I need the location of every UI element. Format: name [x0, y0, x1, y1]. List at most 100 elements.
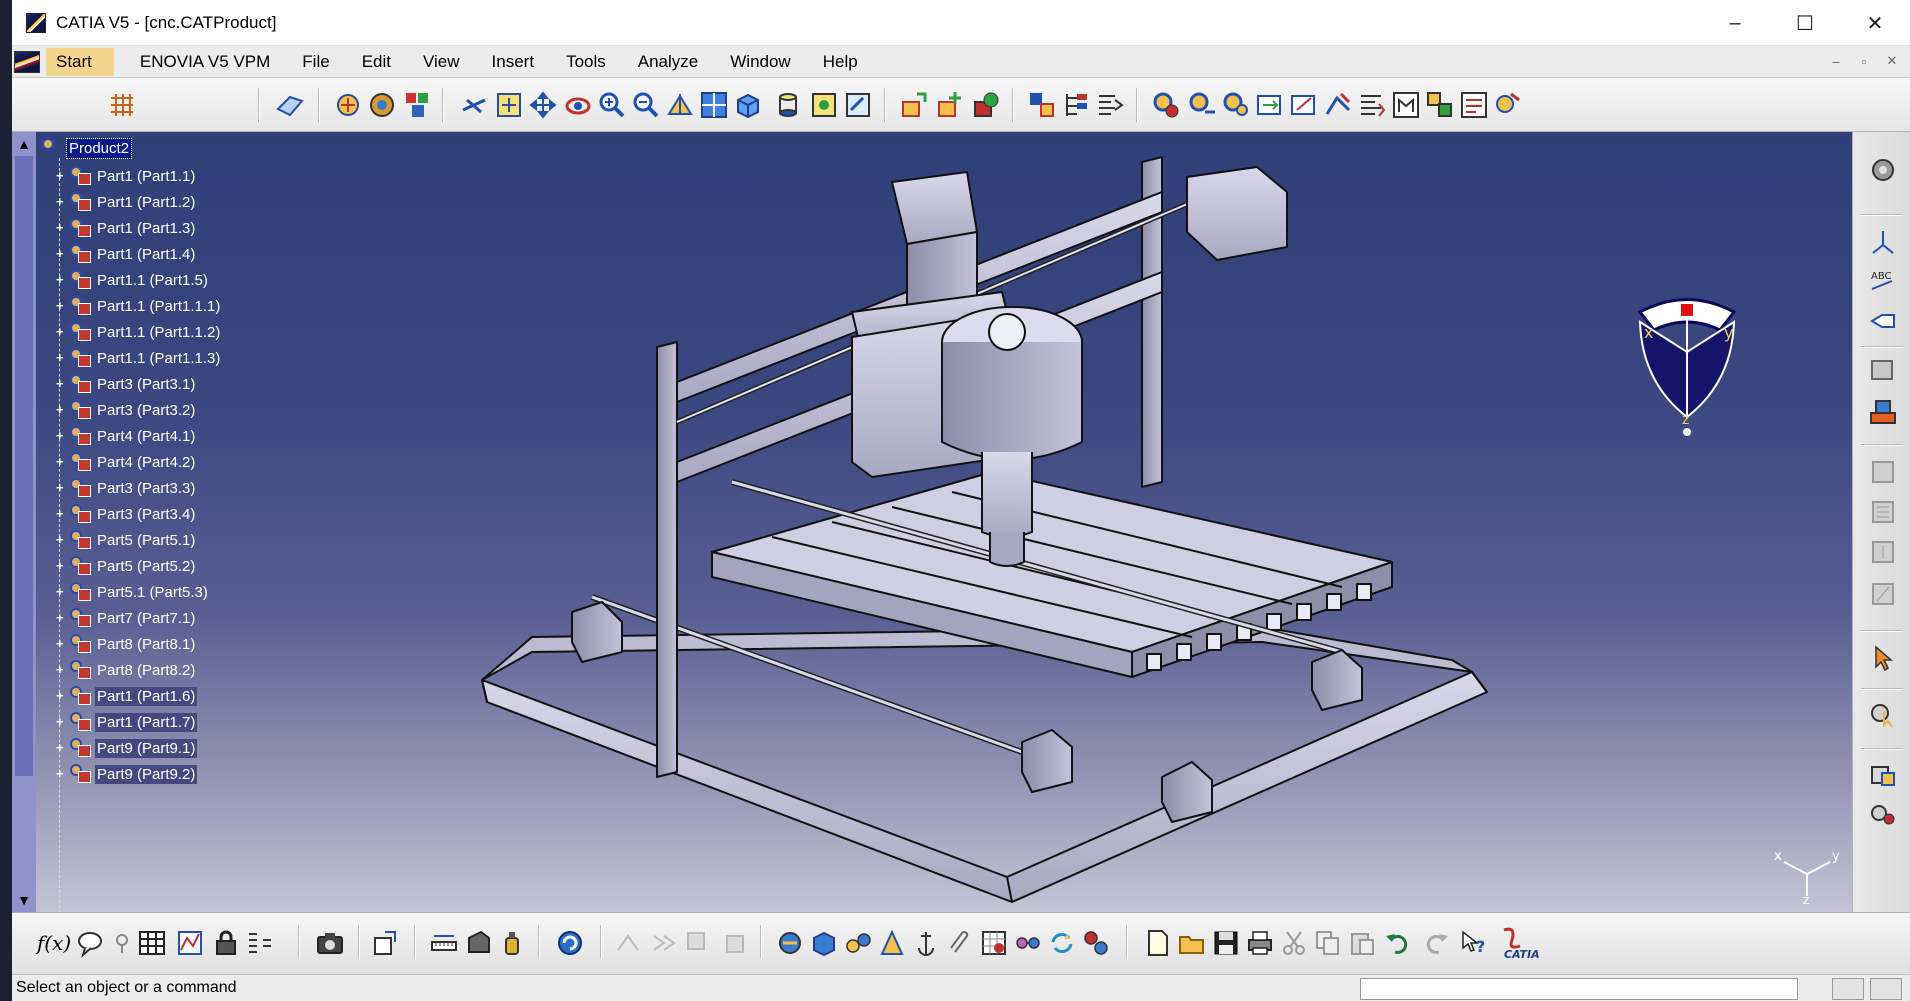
iso-view-icon[interactable] — [732, 89, 764, 121]
tree-item-label[interactable]: Part7 (Part7.1) — [95, 609, 197, 628]
knowledge-icon[interactable] — [106, 927, 138, 959]
print-icon[interactable] — [1244, 927, 1276, 959]
insert-existing-icon[interactable] — [370, 927, 402, 959]
expand-plus-icon[interactable]: + — [56, 351, 66, 364]
expand-plus-icon[interactable]: + — [56, 663, 66, 676]
expand-plus-icon[interactable]: + — [56, 221, 66, 234]
rotate-icon[interactable] — [562, 89, 594, 121]
coincidence-constraint-icon[interactable] — [1186, 89, 1218, 121]
expand-plus-icon[interactable]: + — [56, 429, 66, 442]
constraint-gear-icon[interactable] — [1150, 89, 1182, 121]
tree-item-label[interactable]: Part9 (Part9.1) — [95, 738, 198, 758]
compass-widget[interactable]: x y z — [1622, 282, 1752, 462]
sync-icon[interactable] — [1046, 927, 1078, 959]
camera-icon[interactable] — [314, 927, 346, 959]
offset-constraint-icon[interactable] — [1254, 89, 1286, 121]
tree-item[interactable]: + Part9 (Part9.1) — [56, 736, 198, 760]
contact-constraint-icon[interactable] — [1220, 89, 1252, 121]
menu-edit[interactable]: Edit — [346, 46, 407, 78]
status-button-1[interactable] — [1832, 978, 1864, 1000]
menu-insert[interactable]: Insert — [476, 46, 551, 78]
tree-item-label[interactable]: Part4 (Part4.2) — [95, 453, 197, 472]
flag-note-icon[interactable] — [1867, 304, 1899, 336]
tree-item-label[interactable]: Part9 (Part9.2) — [95, 764, 198, 784]
reuse-pattern-icon[interactable] — [1492, 89, 1524, 121]
expand-plus-icon[interactable]: + — [56, 689, 66, 702]
anchor-icon[interactable] — [910, 927, 942, 959]
tree-item[interactable]: + Part3 (Part3.3) — [56, 476, 197, 500]
generate-numbering-icon[interactable] — [1094, 89, 1126, 121]
tree-item-label[interactable]: Part1.1 (Part1.5) — [95, 271, 210, 290]
menu-file[interactable]: File — [286, 46, 345, 78]
tree-item-label[interactable]: Part5 (Part5.2) — [95, 557, 197, 576]
equation-icon[interactable] — [244, 927, 276, 959]
comment-icon[interactable] — [74, 927, 106, 959]
fix-component-icon[interactable] — [1322, 89, 1354, 121]
pan-icon[interactable] — [527, 89, 559, 121]
shading-icon[interactable] — [772, 89, 804, 121]
expand-plus-icon[interactable]: + — [56, 611, 66, 624]
expand-plus-icon[interactable]: + — [56, 455, 66, 468]
new-document-icon[interactable] — [1142, 927, 1174, 959]
tree-item[interactable]: + Part1.1 (Part1.1.2) — [56, 320, 222, 344]
design-table-icon[interactable] — [136, 927, 168, 959]
maximize-button[interactable]: ☐ — [1770, 0, 1840, 46]
expand-plus-icon[interactable]: + — [56, 273, 66, 286]
tree-item[interactable]: + Part1 (Part1.4) — [56, 242, 197, 266]
expand-plus-icon[interactable]: + — [56, 377, 66, 390]
fly-mode-icon[interactable] — [458, 89, 490, 121]
menu-view[interactable]: View — [407, 46, 476, 78]
tree-item[interactable]: + Part1 (Part1.1) — [56, 164, 197, 188]
change-constraint-icon[interactable] — [1458, 89, 1490, 121]
expand-plus-icon[interactable]: + — [56, 585, 66, 598]
disabled-tool-4-icon[interactable] — [718, 927, 750, 959]
explode-icon[interactable] — [1867, 226, 1899, 258]
tree-item[interactable]: + Part7 (Part7.1) — [56, 606, 197, 630]
other-selection-icon[interactable] — [1867, 698, 1899, 730]
tree-item-label[interactable]: Part1.1 (Part1.1.1) — [95, 297, 222, 316]
select-cursor-icon[interactable] — [1867, 642, 1899, 674]
tree-item-label[interactable]: Part1 (Part1.7) — [95, 712, 198, 732]
expand-plus-icon[interactable]: + — [56, 767, 66, 780]
angle-constraint-icon[interactable] — [1288, 89, 1320, 121]
clash-icon[interactable] — [1867, 536, 1899, 568]
update-swirl-icon[interactable] — [554, 927, 586, 959]
3d-viewport[interactable]: ▲ ▼ Product2 + Part1 (Part1.1) + Part1 (… — [12, 132, 1852, 912]
tree-item[interactable]: + Part9 (Part9.2) — [56, 762, 198, 786]
tree-item[interactable]: + Part5 (Part5.2) — [56, 554, 197, 578]
tree-item[interactable]: + Part1.1 (Part1.1.1) — [56, 294, 222, 318]
zoom-in-icon[interactable] — [596, 89, 628, 121]
multi-view-icon[interactable] — [698, 89, 730, 121]
zoom-out-icon[interactable] — [630, 89, 662, 121]
tree-item[interactable]: + Part1.1 (Part1.1.3) — [56, 346, 222, 370]
expand-plus-icon[interactable]: + — [56, 169, 66, 182]
disabled-tool-3-icon[interactable] — [682, 927, 714, 959]
fix-together-icon[interactable] — [1356, 89, 1388, 121]
stop-manipulate-icon[interactable] — [876, 927, 908, 959]
tree-root[interactable]: Product2 — [42, 136, 133, 160]
tree-item[interactable]: + Part4 (Part4.2) — [56, 450, 197, 474]
expand-plus-icon[interactable]: + — [56, 533, 66, 546]
disabled-tool-2-icon[interactable] — [648, 927, 680, 959]
snap-icon[interactable] — [774, 927, 806, 959]
insert-new-product-icon[interactable] — [934, 89, 966, 121]
whats-this-help-icon[interactable]: ? — [1458, 927, 1490, 959]
explode-bottom-icon[interactable] — [842, 927, 874, 959]
menu-help[interactable]: Help — [807, 46, 874, 78]
bill-of-material-icon[interactable] — [1867, 798, 1899, 830]
status-button-2[interactable] — [1870, 978, 1902, 1000]
expand-plus-icon[interactable]: + — [56, 403, 66, 416]
tree-item-label[interactable]: Part1 (Part1.6) — [95, 686, 198, 706]
expand-plus-icon[interactable]: + — [56, 481, 66, 494]
publish-icon[interactable] — [1867, 396, 1899, 428]
tree-item[interactable]: + Part8 (Part8.1) — [56, 632, 197, 656]
tree-item[interactable]: + Part1 (Part1.2) — [56, 190, 197, 214]
catalog-icon[interactable] — [1867, 758, 1899, 790]
graph-tree-reordering-icon[interactable] — [1060, 89, 1092, 121]
doc-restore-button[interactable]: ▫ — [1852, 50, 1876, 72]
sketch-star-icon[interactable] — [332, 89, 364, 121]
fit-all-in-icon[interactable] — [493, 89, 525, 121]
normal-view-icon[interactable] — [664, 89, 696, 121]
tree-item[interactable]: + Part5.1 (Part5.3) — [56, 580, 210, 604]
tree-item-label[interactable]: Part1 (Part1.2) — [95, 193, 197, 212]
